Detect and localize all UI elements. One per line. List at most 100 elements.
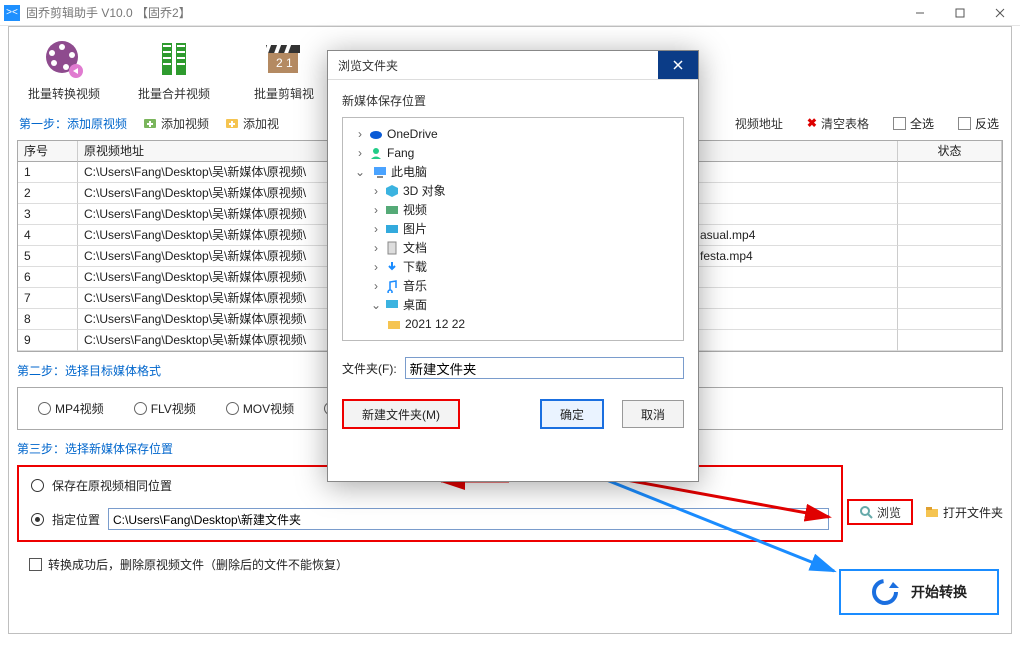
radio-icon — [38, 402, 51, 415]
folder-name-label: 文件夹(F): — [342, 360, 397, 377]
video-address-button[interactable]: 视频地址 — [735, 115, 783, 132]
checkbox-icon — [893, 117, 906, 130]
cell-status — [898, 288, 1002, 309]
cell-status — [898, 183, 1002, 204]
tree-label: 3D 对象 — [403, 182, 446, 199]
expand-icon[interactable]: › — [355, 127, 365, 141]
tree-desktop[interactable]: ⌄ 桌面 — [347, 295, 679, 314]
window-minimize-button[interactable] — [900, 0, 940, 26]
nav-label: 批量转换视频 — [28, 85, 100, 102]
table-peek-row-3: festa.mp4 — [700, 249, 753, 263]
nav-batch-convert[interactable]: 批量转换视频 — [21, 37, 107, 102]
cell-index: 1 — [18, 162, 78, 183]
save-path-input[interactable] — [108, 508, 829, 530]
tree-pictures[interactable]: › 图片 — [347, 219, 679, 238]
dialog-folder-row: 文件夹(F): — [328, 341, 698, 385]
tree-downloads[interactable]: › 下载 — [347, 257, 679, 276]
add-video-button-2[interactable]: 添加视 — [225, 115, 279, 132]
film-reel-icon — [42, 37, 86, 81]
tree-videos[interactable]: › 视频 — [347, 200, 679, 219]
cell-index: 4 — [18, 225, 78, 246]
folder-tree[interactable]: › OneDrive › Fang ⌄ 此电脑 › 3D 对象 › 视频 — [342, 117, 684, 341]
ok-button[interactable]: 确定 — [540, 399, 604, 429]
window-maximize-button[interactable] — [940, 0, 980, 26]
radio-same-location[interactable] — [31, 479, 44, 492]
clear-table-button[interactable]: ✖ 清空表格 — [807, 115, 869, 132]
tree-label: 视频 — [403, 201, 427, 218]
nav-label: 批量剪辑视 — [254, 85, 314, 102]
dialog-close-button[interactable] — [658, 51, 698, 79]
nav-batch-clip[interactable]: 2 1 批量剪辑视 — [241, 37, 327, 102]
expand-icon[interactable]: › — [371, 203, 381, 217]
custom-location-label: 指定位置 — [52, 511, 100, 528]
tree-label: 桌面 — [403, 296, 427, 313]
browse-button[interactable]: 浏览 — [847, 499, 913, 525]
radio-mov[interactable]: MOV视频 — [226, 400, 294, 417]
cell-index: 5 — [18, 246, 78, 267]
add-video-label: 添加视频 — [161, 115, 209, 132]
svg-text:2 1: 2 1 — [276, 56, 293, 70]
col-index[interactable]: 序号 — [18, 141, 78, 162]
cell-index: 7 — [18, 288, 78, 309]
select-all-checkbox[interactable]: 全选 — [893, 115, 934, 132]
radio-flv[interactable]: FLV视频 — [134, 400, 196, 417]
cell-index: 6 — [18, 267, 78, 288]
dialog-title: 浏览文件夹 — [338, 57, 398, 74]
expand-icon[interactable]: › — [371, 260, 381, 274]
magnifier-icon — [859, 505, 873, 519]
radio-icon — [134, 402, 147, 415]
cell-index: 8 — [18, 309, 78, 330]
folder-icon — [925, 505, 939, 519]
tree-label: 下载 — [403, 258, 427, 275]
titlebar: >< 固乔剪辑助手 V10.0 【固乔2】 — [0, 0, 1020, 26]
music-icon — [385, 279, 399, 293]
clear-table-label: 清空表格 — [821, 115, 869, 132]
open-folder-button[interactable]: 打开文件夹 — [925, 504, 1003, 521]
nav-label: 批量合并视频 — [138, 85, 210, 102]
folder-name-input[interactable] — [405, 357, 684, 379]
cell-status — [898, 225, 1002, 246]
dialog-subtitle: 新媒体保存位置 — [328, 80, 698, 117]
expand-icon[interactable]: › — [371, 279, 381, 293]
tree-label: 图片 — [403, 220, 427, 237]
tree-date-folder[interactable]: 2021 12 22 — [347, 314, 679, 333]
radio-mp4[interactable]: MP4视频 — [38, 400, 104, 417]
collapse-icon[interactable]: ⌄ — [371, 298, 381, 312]
cancel-button[interactable]: 取消 — [622, 400, 684, 428]
col-status[interactable]: 状态 — [898, 141, 1002, 162]
pc-icon — [373, 165, 387, 179]
video-address-label: 视频地址 — [735, 115, 783, 132]
checkbox-icon — [958, 117, 971, 130]
expand-icon[interactable]: › — [355, 146, 365, 160]
tree-this-pc[interactable]: ⌄ 此电脑 — [347, 162, 679, 181]
video-folder-icon — [385, 203, 399, 217]
collapse-icon[interactable]: ⌄ — [355, 165, 365, 179]
invert-selection-checkbox[interactable]: 反选 — [958, 115, 999, 132]
browse-folder-dialog: 浏览文件夹 新媒体保存位置 › OneDrive › Fang ⌄ 此电脑 › — [327, 50, 699, 482]
folder-plus-icon — [225, 116, 239, 130]
tree-onedrive[interactable]: › OneDrive — [347, 124, 679, 143]
tree-label: 2021 12 22 — [405, 317, 465, 331]
window-close-button[interactable] — [980, 0, 1020, 26]
expand-icon[interactable]: › — [371, 184, 381, 198]
new-folder-button[interactable]: 新建文件夹(M) — [342, 399, 460, 429]
open-folder-label: 打开文件夹 — [943, 504, 1003, 521]
expand-icon[interactable]: › — [371, 241, 381, 255]
start-convert-button[interactable]: 开始转换 — [839, 569, 999, 615]
add-video-button[interactable]: 添加视频 — [143, 115, 209, 132]
tree-documents[interactable]: › 文档 — [347, 238, 679, 257]
add-video-label-2: 添加视 — [243, 115, 279, 132]
tree-label: 此电脑 — [391, 163, 427, 180]
table-peek-row-2: asual.mp4 — [700, 228, 755, 242]
tree-label: OneDrive — [387, 127, 438, 141]
clapperboard-icon: 2 1 — [262, 37, 306, 81]
select-all-label: 全选 — [910, 115, 934, 132]
expand-icon[interactable]: › — [371, 222, 381, 236]
tree-user[interactable]: › Fang — [347, 143, 679, 162]
window-title: 固乔剪辑助手 V10.0 【固乔2】 — [26, 4, 191, 21]
cell-status — [898, 330, 1002, 351]
tree-3d-objects[interactable]: › 3D 对象 — [347, 181, 679, 200]
tree-music[interactable]: › 音乐 — [347, 276, 679, 295]
radio-custom-location[interactable] — [31, 513, 44, 526]
nav-batch-merge[interactable]: 批量合并视频 — [131, 37, 217, 102]
